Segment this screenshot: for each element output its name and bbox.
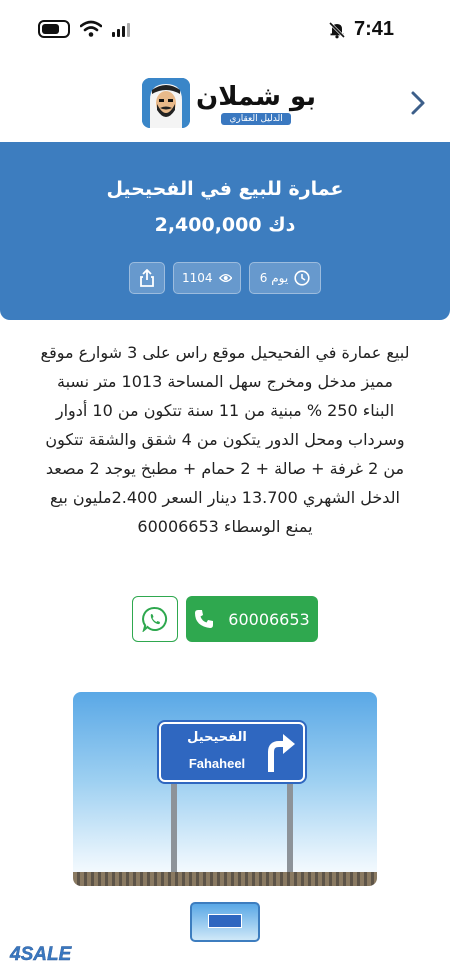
sign-pole-right — [287, 784, 293, 874]
logo-title: بو شملان — [196, 81, 317, 112]
status-time: 7:41 — [353, 18, 394, 40]
views-badge: 1104 — [173, 262, 241, 294]
listing-banner: عمارة للبيع في الفحيحيل 2,400,000 دك 110… — [0, 142, 450, 320]
road-sign: الفحيحيل Fahaheel — [159, 722, 305, 782]
listing-title: عمارة للبيع في الفحيحيل — [106, 178, 344, 200]
battery-icon — [38, 20, 70, 38]
age-badge: 6 يوم — [249, 262, 321, 294]
app-header: بو شملان الدليل العقاري — [0, 72, 450, 142]
call-button[interactable]: 60006653 — [186, 596, 318, 642]
brand-watermark: 4SALE — [10, 944, 72, 965]
listing-age: 6 يوم — [259, 271, 289, 285]
views-count: 1104 — [182, 271, 213, 285]
share-button[interactable] — [129, 262, 165, 294]
listing-description: لبيع عمارة في الفحيحيل موقع راس على 3 شو… — [40, 343, 410, 536]
contact-actions: 60006653 — [0, 596, 450, 642]
listing-meta: 1104 6 يوم — [0, 262, 450, 294]
listing-photo[interactable]: الفحيحيل Fahaheel — [73, 692, 377, 886]
phone-icon — [195, 610, 214, 628]
status-icons-right: 7:41 — [328, 18, 394, 41]
whatsapp-icon — [142, 606, 167, 632]
eye-icon — [218, 273, 232, 283]
ground — [73, 872, 377, 886]
logo[interactable]: بو شملان الدليل العقاري — [142, 78, 316, 128]
listing-price: 2,400,000 دك — [154, 214, 296, 236]
sign-pole-left — [171, 784, 177, 874]
whatsapp-button[interactable] — [132, 596, 178, 642]
sign-english-text: Fahaheel — [188, 756, 246, 771]
turn-right-arrow-icon — [268, 734, 295, 772]
status-bar: 7:41 — [0, 0, 450, 60]
share-icon — [140, 269, 154, 287]
logo-avatar-icon — [142, 78, 190, 128]
signal-icon — [112, 21, 130, 37]
chevron-right-icon[interactable] — [408, 90, 428, 116]
clock-icon — [294, 270, 310, 286]
logo-subtitle: الدليل العقاري — [221, 112, 291, 125]
phone-number: 60006653 — [228, 609, 310, 629]
bell-off-icon — [328, 21, 346, 38]
photo-thumbnail[interactable] — [190, 902, 260, 942]
wifi-icon — [80, 20, 102, 37]
status-icons-left — [38, 20, 130, 38]
thumbnail-sign — [208, 914, 242, 928]
sign-arabic-text: الفحيحيل — [187, 730, 247, 745]
